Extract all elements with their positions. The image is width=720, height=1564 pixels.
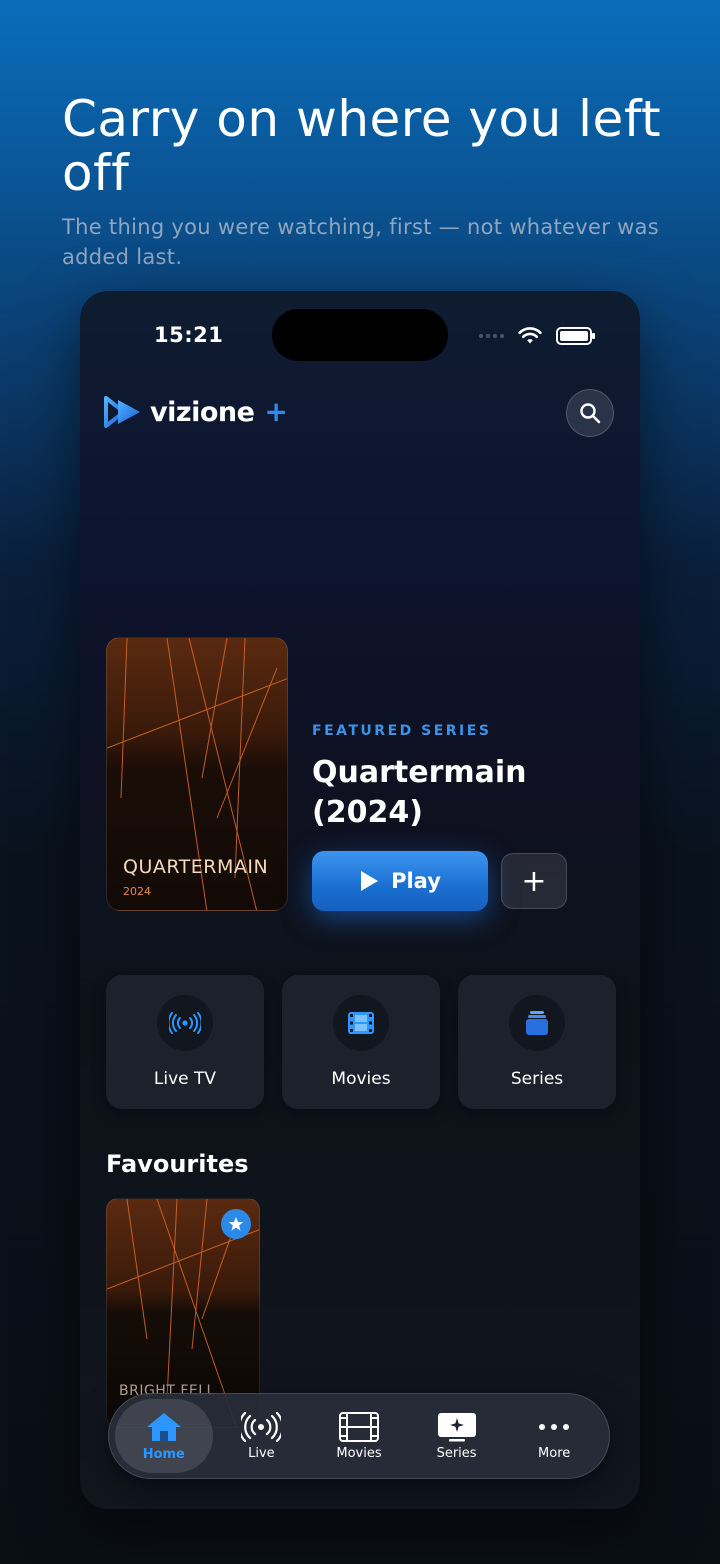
status-time: 15:21 [154, 323, 224, 347]
film-icon [333, 995, 389, 1051]
category-movies[interactable]: Movies [282, 975, 440, 1109]
battery-icon [556, 327, 595, 345]
tab-label: Live [248, 1445, 275, 1461]
logo-text: vizione [150, 396, 255, 428]
poster-year: 2024 [123, 885, 151, 898]
film-icon [338, 1411, 379, 1442]
tab-label: Home [142, 1446, 185, 1462]
tv-sparkle-icon [437, 1412, 476, 1441]
dynamic-island [272, 309, 448, 361]
category-live-tv[interactable]: Live TV [106, 975, 264, 1109]
hero-title: Carry on where you left off [62, 90, 662, 202]
featured-label: FEATURED SERIES [312, 723, 492, 739]
tab-more[interactable]: More [505, 1399, 603, 1473]
tab-label: More [538, 1445, 571, 1461]
tab-home[interactable]: Home [115, 1399, 213, 1473]
tab-live[interactable]: Live [213, 1399, 311, 1473]
add-to-list-button[interactable]: + [501, 853, 567, 909]
play-button[interactable]: Play [312, 851, 488, 911]
status-icons [479, 327, 595, 345]
logo-plus: + [264, 395, 288, 428]
favourites-title: Favourites [106, 1150, 249, 1178]
tab-series[interactable]: Series [408, 1399, 506, 1473]
featured-title: Quartermain (2024) [312, 755, 527, 830]
search-button[interactable] [566, 389, 614, 437]
tab-label: Movies [336, 1445, 382, 1461]
category-series[interactable]: Series [458, 975, 616, 1109]
phone-screen: 15:21 vizione + QUARTERMAIN 2024 FEATURE… [80, 291, 640, 1509]
broadcast-icon [157, 995, 213, 1051]
category-row: Live TV Movies Series [106, 975, 616, 1109]
more-icon [539, 1423, 570, 1430]
signal-icon [479, 334, 504, 338]
favourite-star-icon [221, 1209, 251, 1239]
tab-label: Series [436, 1445, 477, 1461]
category-label: Series [510, 1069, 564, 1089]
featured-poster[interactable]: QUARTERMAIN 2024 [106, 637, 288, 911]
play-label: Play [391, 869, 441, 893]
tab-bar: Home Live Movies Series More [108, 1393, 610, 1479]
wifi-icon [518, 327, 542, 344]
category-label: Movies [331, 1069, 391, 1089]
logo-mark-icon [104, 396, 140, 428]
category-label: Live TV [153, 1069, 217, 1089]
broadcast-icon [241, 1411, 282, 1442]
hero-subtitle: The thing you were watching, first — not… [62, 215, 660, 269]
stack-icon [509, 995, 565, 1051]
app-logo[interactable]: vizione + [104, 395, 288, 429]
poster-title: QUARTERMAIN [123, 856, 269, 878]
search-icon [580, 403, 601, 424]
tab-movies[interactable]: Movies [310, 1399, 408, 1473]
home-icon [146, 1412, 181, 1441]
play-icon [361, 871, 379, 891]
